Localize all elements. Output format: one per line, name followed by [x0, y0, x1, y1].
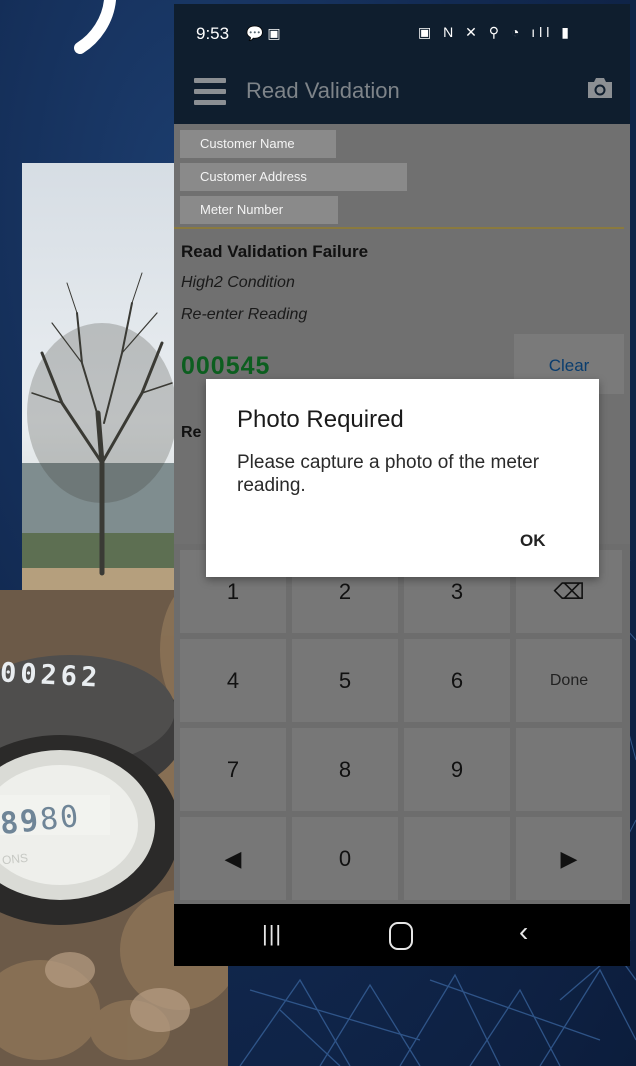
second-reading-label: Re: [181, 424, 202, 441]
key-9[interactable]: 9: [404, 728, 510, 811]
meter-dial-digits-2: 80: [38, 798, 82, 838]
blank-key: [516, 728, 622, 811]
section-divider: [174, 227, 624, 229]
blank-key-2: [404, 817, 510, 900]
failure-title: Read Validation Failure: [181, 242, 369, 261]
key-4[interactable]: 4: [180, 639, 286, 722]
customer-address-field: Customer Address: [180, 163, 407, 191]
meter-number-field: Meter Number: [180, 196, 338, 224]
reenter-instruction: Re-enter Reading: [181, 306, 308, 323]
done-key[interactable]: Done: [516, 639, 622, 722]
key-6[interactable]: 6: [404, 639, 510, 722]
meter-unit-label: ONS: [1, 850, 29, 868]
dialog-title: Photo Required: [237, 406, 404, 433]
customer-name-field: Customer Name: [180, 130, 336, 158]
notification-icons: 💬 ▣: [246, 25, 281, 41]
camera-icon[interactable]: [586, 76, 614, 100]
status-bar: 9:53 💬 ▣ ▣ N ✕ ⚲ ◔ ıll ▮: [174, 4, 630, 62]
home-button[interactable]: [389, 922, 413, 950]
app-title: Read Validation: [246, 78, 400, 103]
status-time: 9:53: [196, 24, 230, 43]
tree-photo: [22, 163, 180, 593]
ok-button[interactable]: OK: [520, 531, 546, 551]
reading-value[interactable]: 000545: [181, 352, 270, 381]
app-bar: Read Validation: [174, 62, 630, 124]
dialog-message: Please capture a photo of the meter read…: [237, 452, 540, 496]
decorative-curve: [74, 0, 116, 54]
condition-text: High2 Condition: [181, 274, 295, 291]
left-arrow-key[interactable]: ◀: [180, 817, 286, 900]
meter-odometer: 00262: [0, 657, 103, 694]
numeric-keypad: 1 2 3 ⌫ 4 5 6 Done 7 8 9 ◀ 0 ▶: [174, 544, 630, 904]
key-7[interactable]: 7: [180, 728, 286, 811]
system-status-icons: ▣ N ✕ ⚲ ◔ ıll ▮: [418, 24, 573, 40]
recent-apps-button[interactable]: |||: [262, 921, 282, 947]
meter-dial-digits-1: 89: [0, 803, 42, 843]
key-5[interactable]: 5: [292, 639, 398, 722]
system-nav-bar: ||| ‹: [174, 904, 630, 966]
right-arrow-key[interactable]: ▶: [516, 817, 622, 900]
key-0[interactable]: 0: [292, 817, 398, 900]
key-8[interactable]: 8: [292, 728, 398, 811]
photo-required-dialog: Photo Required Please capture a photo of…: [206, 379, 599, 577]
back-button[interactable]: ‹: [519, 916, 528, 948]
menu-icon[interactable]: [194, 78, 226, 106]
